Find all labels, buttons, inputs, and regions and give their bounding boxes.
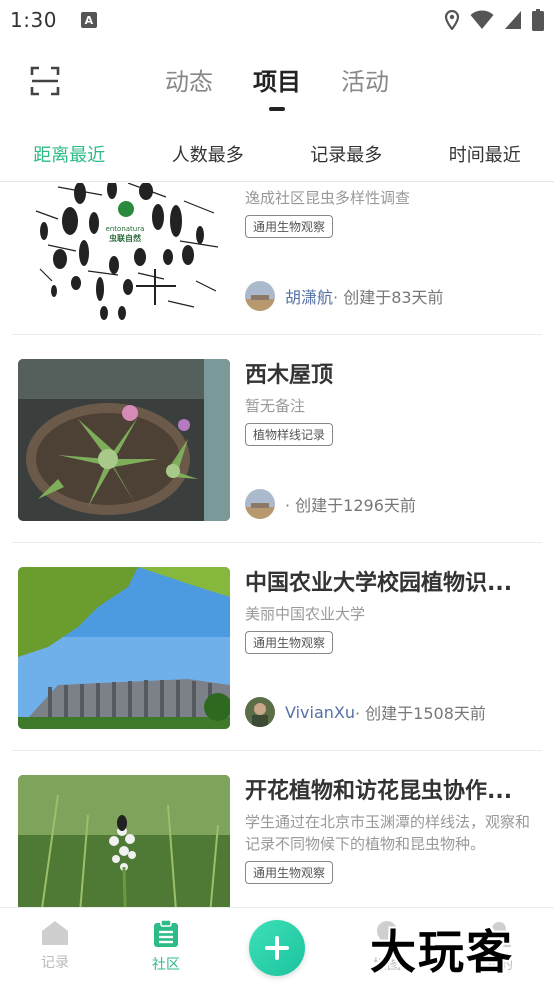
project-thumbnail (18, 359, 230, 521)
home-icon (42, 921, 68, 945)
project-meta: 胡潇航 · 创建于83天前 (245, 281, 444, 311)
project-tag: 植物样线记录 (245, 423, 334, 446)
top-tabs: 动态 项目 活动 (0, 62, 554, 111)
project-info: 西木屋顶 暂无备注 植物样线记录 (245, 361, 536, 446)
project-tag: 通用生物观察 (245, 631, 334, 654)
project-card[interactable]: 西木屋顶 暂无备注 植物样线记录 · 创建于1296天前 (12, 335, 542, 543)
flower-insect-photo (18, 775, 230, 907)
status-icons (444, 9, 544, 31)
sort-bar: 距离最近 人数最多 记录最多 时间最近 (0, 126, 554, 182)
add-record-button[interactable] (249, 920, 305, 976)
wifi-icon (470, 10, 494, 29)
author-name[interactable]: VivianXu (285, 703, 355, 722)
project-note: 逸成社区昆虫多样性调查 (245, 189, 411, 207)
clipboard-icon (154, 920, 178, 947)
author-name[interactable]: 胡潇航 (285, 284, 333, 308)
project-card[interactable]: 中国农业大学校园植物识... 美丽中国农业大学 通用生物观察 VivianXu … (12, 543, 542, 751)
project-title: 开花植物和访花昆虫协作... (245, 779, 513, 804)
battery-icon (532, 9, 544, 31)
project-card[interactable]: 开花植物和访花昆虫协作... 学生通过在北京市玉渊潭的样线法，观察和记录不同物候… (12, 751, 542, 907)
signal-icon (505, 11, 521, 29)
project-meta: VivianXu · 创建于1508天前 (245, 697, 486, 727)
campus-building-photo (18, 567, 230, 729)
created-time: · 创建于83天前 (333, 288, 444, 307)
created-time: · 创建于1508天前 (355, 704, 486, 723)
project-info: 中国农业大学校园植物识... 美丽中国农业大学 通用生物观察 (245, 569, 536, 654)
project-note: 美丽中国农业大学 (245, 605, 366, 623)
created-time: · 创建于1296天前 (285, 496, 416, 515)
project-info: 逸成社区昆虫多样性调查 通用生物观察 (245, 187, 536, 238)
project-tag: 通用生物观察 (245, 861, 334, 884)
project-tag: 通用生物观察 (245, 215, 334, 238)
project-meta: · 创建于1296天前 (245, 489, 416, 519)
sort-most-people[interactable]: 人数最多 (172, 141, 244, 167)
sort-latest[interactable]: 时间最近 (449, 141, 521, 167)
status-time: 1:30 (10, 8, 57, 32)
tab-activities[interactable]: 活动 (339, 62, 391, 97)
project-thumbnail (18, 775, 230, 907)
bottom-nav: 记录 社区 地图 我的 大玩客 (0, 907, 554, 985)
sort-most-records[interactable]: 记录最多 (310, 141, 382, 167)
project-title: 西木屋顶 (245, 363, 334, 388)
project-info: 开花植物和访花昆虫协作... 学生通过在北京市玉渊潭的样线法，观察和记录不同物候… (245, 777, 536, 884)
insect-collage-image: entonatura 虫联自然 (35, 183, 219, 320)
tab-projects[interactable]: 项目 (251, 62, 303, 111)
project-thumbnail (18, 567, 230, 729)
avatar[interactable] (245, 281, 275, 311)
location-icon (444, 10, 460, 30)
plus-icon (265, 936, 289, 960)
project-thumbnail: entonatura 虫联自然 (18, 183, 230, 323)
project-list[interactable]: entonatura 虫联自然 逸成社区昆虫多样性调查 通用生物观察 胡潇航 ·… (0, 183, 554, 907)
project-title: 中国农业大学校园植物识... (245, 571, 513, 596)
header: 动态 项目 活动 (0, 40, 554, 120)
logo-text-cn: 虫联自然 (109, 233, 141, 243)
project-note: 暂无备注 (245, 397, 306, 415)
project-note: 学生通过在北京市玉渊潭的样线法，观察和记录不同物候下的植物和昆虫物种。 (245, 813, 531, 853)
succulent-photo (18, 359, 230, 521)
nav-community[interactable]: 社区 (131, 920, 201, 974)
nav-record[interactable]: 记录 (20, 920, 90, 972)
tab-dynamics[interactable]: 动态 (163, 62, 215, 97)
notification-icon: A (80, 12, 97, 28)
sort-nearest[interactable]: 距离最近 (33, 141, 105, 167)
logo-text-en: entonatura (106, 225, 145, 233)
nav-label: 社区 (152, 957, 180, 973)
watermark: 大玩客 (370, 925, 514, 979)
avatar[interactable] (245, 697, 275, 727)
nav-label: 记录 (41, 955, 69, 971)
avatar[interactable] (245, 489, 275, 519)
status-bar: 1:30 A (0, 0, 554, 40)
project-card[interactable]: entonatura 虫联自然 逸成社区昆虫多样性调查 通用生物观察 胡潇航 ·… (12, 183, 542, 335)
